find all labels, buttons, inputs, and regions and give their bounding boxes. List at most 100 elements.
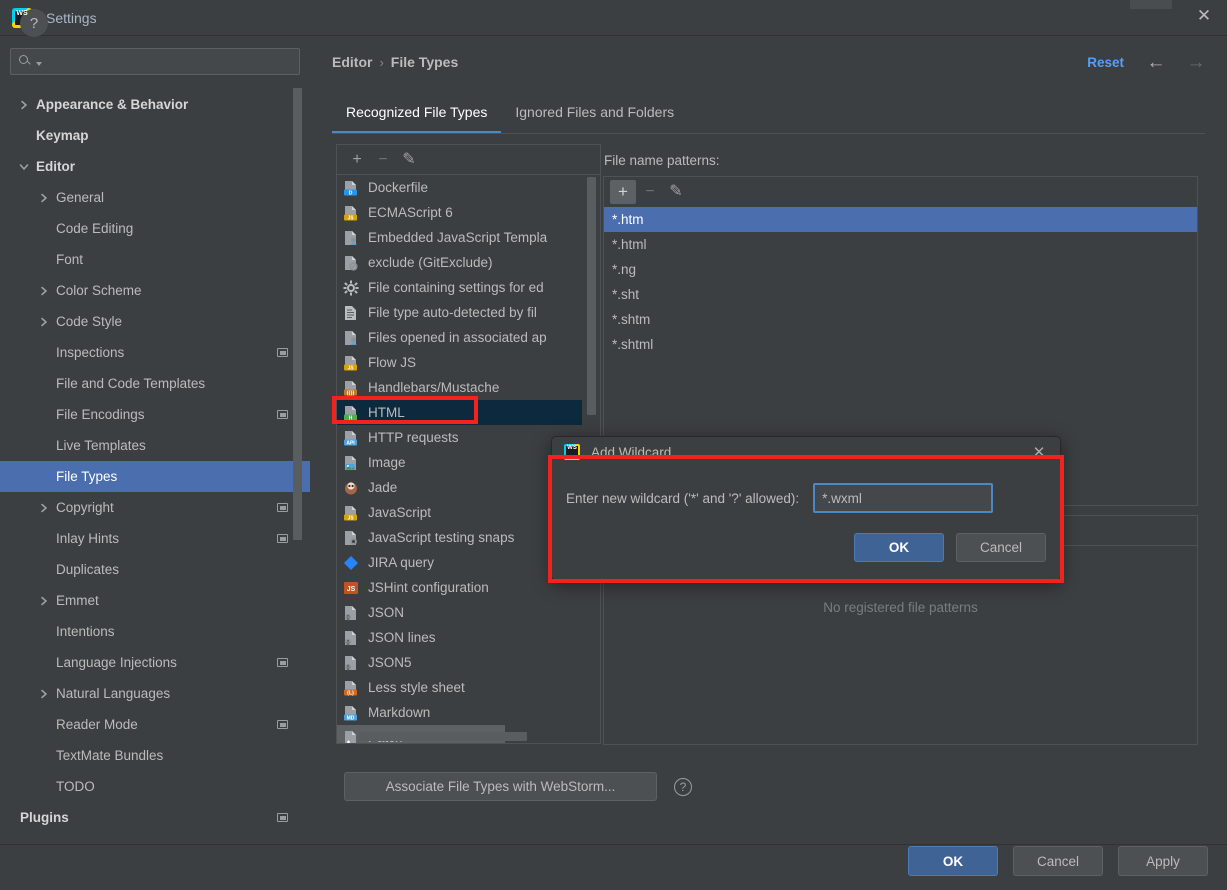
- dialog-title: Add Wildcard: [591, 444, 672, 460]
- chevron-right-icon[interactable]: [38, 502, 50, 514]
- close-icon[interactable]: ✕: [1181, 0, 1227, 30]
- pattern-row[interactable]: *.shtm: [604, 307, 1197, 332]
- file-type-row[interactable]: Files opened in associated ap: [337, 325, 600, 350]
- sidebar-item-general[interactable]: General: [0, 182, 310, 213]
- sidebar-item-label: Emmet: [56, 593, 99, 608]
- sidebar-item-code-editing[interactable]: Code Editing: [0, 213, 310, 244]
- sidebar-scrollbar[interactable]: [293, 88, 302, 540]
- sidebar-item-inspections[interactable]: Inspections: [0, 337, 310, 368]
- file-type-row[interactable]: {} JSON lines: [337, 625, 600, 650]
- sidebar-item-intentions[interactable]: Intentions: [0, 616, 310, 647]
- edit-file-type-button[interactable]: ✎: [397, 148, 421, 172]
- non-default-marker-icon: [277, 813, 288, 822]
- file-type-row[interactable]: H HTML: [337, 400, 582, 425]
- chevron-right-icon[interactable]: [38, 595, 50, 607]
- file-text-icon: [343, 305, 359, 321]
- sidebar-item-textmate-bundles[interactable]: TextMate Bundles: [0, 740, 310, 771]
- sidebar-item-plugins[interactable]: Plugins: [0, 802, 310, 833]
- file-type-row[interactable]: MD Markdown: [337, 700, 600, 725]
- file-types-horizontal-scrollbar[interactable]: [359, 732, 527, 741]
- tab-recognized-file-types[interactable]: Recognized File Types: [332, 98, 502, 133]
- sidebar-item-file-and-code-templates[interactable]: File and Code Templates: [0, 368, 310, 399]
- sidebar-item-color-scheme[interactable]: Color Scheme: [0, 275, 310, 306]
- file-image-icon: [343, 455, 359, 471]
- breadcrumb-item-editor[interactable]: Editor: [332, 54, 372, 70]
- sidebar-item-todo[interactable]: TODO: [0, 771, 310, 802]
- pattern-value: *.htm: [612, 212, 644, 227]
- sidebar-item-keymap[interactable]: Keymap: [0, 120, 310, 151]
- file-type-label: JIRA query: [368, 555, 435, 570]
- dialog-ok-button[interactable]: OK: [854, 533, 944, 562]
- sidebar-item-file-types[interactable]: File Types: [0, 461, 310, 492]
- remove-file-type-button[interactable]: −: [371, 148, 395, 172]
- pattern-row[interactable]: *.html: [604, 232, 1197, 257]
- forward-arrow-icon: →: [1186, 52, 1206, 73]
- file-type-row[interactable]: {} JSON: [337, 600, 600, 625]
- sidebar-item-editor[interactable]: Editor: [0, 151, 310, 182]
- file-type-row[interactable]: {} JSON5: [337, 650, 600, 675]
- sidebar-item-label: General: [56, 190, 105, 205]
- pattern-row[interactable]: *.htm: [604, 207, 1197, 232]
- pattern-row[interactable]: *.sht: [604, 282, 1197, 307]
- wildcard-input[interactable]: [813, 483, 994, 513]
- sidebar-item-copyright[interactable]: Copyright: [0, 492, 310, 523]
- add-pattern-button[interactable]: +: [610, 180, 636, 204]
- file-type-row[interactable]: exclude (GitExclude): [337, 250, 600, 275]
- tab-ignored-files-and-folders[interactable]: Ignored Files and Folders: [501, 98, 688, 132]
- file-js-icon: JS: [343, 355, 359, 371]
- help-icon[interactable]: ?: [674, 778, 692, 796]
- chevron-right-icon[interactable]: [38, 688, 50, 700]
- sidebar-item-duplicates[interactable]: Duplicates: [0, 554, 310, 585]
- file-type-row[interactable]: File containing settings for ed: [337, 275, 600, 300]
- sidebar-item-label: Color Scheme: [56, 283, 142, 298]
- cancel-button[interactable]: Cancel: [1013, 846, 1103, 876]
- chevron-down-icon[interactable]: [18, 161, 30, 173]
- remove-pattern-button[interactable]: −: [638, 180, 662, 204]
- file-types-vertical-scrollbar[interactable]: [587, 177, 596, 415]
- sidebar-item-font[interactable]: Font: [0, 244, 310, 275]
- sidebar-item-inlay-hints[interactable]: Inlay Hints: [0, 523, 310, 554]
- associate-file-types-button[interactable]: Associate File Types with WebStorm...: [344, 772, 657, 801]
- breadcrumb: Editor › File Types: [332, 54, 458, 70]
- chevron-right-icon[interactable]: [18, 99, 30, 111]
- ok-button[interactable]: OK: [908, 846, 998, 876]
- sidebar-item-language-injections[interactable]: Language Injections: [0, 647, 310, 678]
- file-assoc-icon: [343, 330, 359, 346]
- sidebar-item-label: Inlay Hints: [56, 531, 120, 546]
- file-type-row[interactable]: JS ECMAScript 6: [337, 200, 600, 225]
- file-type-row[interactable]: D Dockerfile: [337, 175, 600, 200]
- dialog-cancel-button[interactable]: Cancel: [956, 533, 1046, 562]
- chevron-right-icon[interactable]: [38, 192, 50, 204]
- sidebar-item-natural-languages[interactable]: Natural Languages: [0, 678, 310, 709]
- svg-text:MD: MD: [347, 715, 355, 721]
- sidebar-item-live-templates[interactable]: Live Templates: [0, 430, 310, 461]
- sidebar-item-appearance-behavior[interactable]: Appearance & Behavior: [0, 89, 310, 120]
- search-input[interactable]: [42, 54, 299, 69]
- file-type-label: Handlebars/Mustache: [368, 380, 500, 395]
- file-type-row[interactable]: {{}} Handlebars/Mustache: [337, 375, 600, 400]
- pattern-value: *.ng: [612, 262, 637, 277]
- file-type-row[interactable]: {L} Less style sheet: [337, 675, 600, 700]
- close-icon[interactable]: ✕: [1028, 441, 1050, 463]
- pattern-row[interactable]: *.ng: [604, 257, 1197, 282]
- file-type-label: Flow JS: [368, 355, 417, 370]
- add-file-type-button[interactable]: +: [345, 148, 369, 172]
- pattern-row[interactable]: *.shtml: [604, 332, 1197, 357]
- sidebar-item-reader-mode[interactable]: Reader Mode: [0, 709, 310, 740]
- search-box[interactable]: [10, 48, 300, 75]
- file-type-row[interactable]: File type auto-detected by fil: [337, 300, 600, 325]
- sidebar-item-label: Natural Languages: [56, 686, 171, 701]
- sidebar-item-file-encodings[interactable]: File Encodings: [0, 399, 310, 430]
- sidebar-item-label: Plugins: [20, 810, 69, 825]
- back-arrow-icon[interactable]: ←: [1143, 50, 1169, 76]
- sidebar-item-code-style[interactable]: Code Style: [0, 306, 310, 337]
- reset-link[interactable]: Reset: [1087, 55, 1124, 70]
- edit-pattern-button[interactable]: ✎: [664, 180, 688, 204]
- chevron-right-icon[interactable]: [38, 316, 50, 328]
- file-type-row[interactable]: JS Flow JS: [337, 350, 600, 375]
- sidebar-item-emmet[interactable]: Emmet: [0, 585, 310, 616]
- file-type-row[interactable]: Embedded JavaScript Templa: [337, 225, 600, 250]
- apply-button[interactable]: Apply: [1118, 846, 1208, 876]
- svg-text:{}: {}: [346, 615, 350, 621]
- chevron-right-icon[interactable]: [38, 285, 50, 297]
